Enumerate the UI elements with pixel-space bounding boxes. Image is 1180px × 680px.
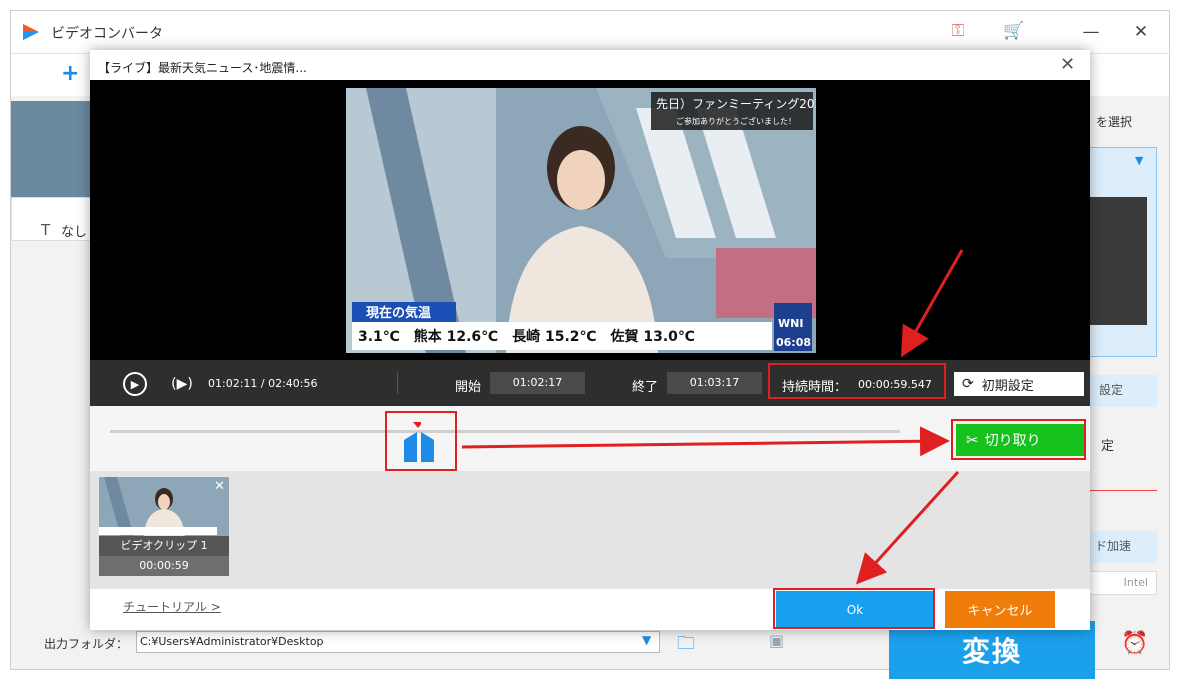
annotation-box-ok	[773, 588, 935, 629]
add-file-icon[interactable]: +	[61, 61, 79, 86]
clip-close-icon[interactable]: ✕	[214, 479, 225, 494]
dialog-title: 【ライブ】最新天気ニュース･地震情...	[98, 61, 307, 75]
text-icon: T	[41, 221, 51, 239]
title-bar: ビデオコンバータ ⚿ 🛒 — ✕	[11, 11, 1169, 54]
time-readout: 01:02:11 / 02:40:56	[208, 377, 318, 390]
end-label: 終了	[632, 380, 659, 395]
file-thumbnail[interactable]	[11, 101, 91, 197]
setting-label: 定	[1101, 439, 1115, 454]
end-time-field[interactable]: 01:03:17	[667, 372, 762, 394]
caption-sub: ご参加ありがとうございました！	[676, 116, 796, 126]
subtitle-label: なし	[61, 225, 88, 240]
channel-logo: WNI	[778, 317, 803, 330]
chevron-down-icon[interactable]: ▼	[642, 633, 651, 647]
video-frame[interactable]: 先日）ファンミーティング2024 ご参加ありがとうございました！ 現在の気温 3…	[346, 88, 816, 353]
format-select-label: を選択	[1096, 115, 1133, 129]
start-label: 開始	[455, 380, 482, 395]
next-frame-icon[interactable]: (▶)	[170, 372, 194, 396]
reset-button[interactable]: ⟳ 初期設定	[954, 372, 1084, 396]
output-folder-label: 出力フォルダ：	[44, 637, 129, 651]
refresh-icon: ⟳	[962, 376, 974, 392]
folder-icon[interactable]: 🗀	[677, 631, 695, 661]
output-path-field[interactable]: C:¥Users¥Administrator¥Desktop	[136, 631, 660, 653]
dialog-close-icon[interactable]: ✕	[1060, 54, 1075, 75]
app-title: ビデオコンバータ	[51, 26, 163, 42]
tutorial-link[interactable]: チュートリアル >	[123, 598, 221, 615]
intel-option[interactable]: Intel	[1089, 571, 1157, 595]
temp-values: 3.1℃ 熊本 12.6℃ 長崎 15.2℃ 佐賀 13.0℃	[358, 328, 695, 345]
clip-thumbnail-image	[99, 477, 229, 537]
minimize-button[interactable]: —	[1071, 17, 1111, 47]
cart-icon[interactable]: 🛒	[1001, 19, 1027, 43]
start-time-field[interactable]: 01:02:17	[490, 372, 585, 394]
clip-list	[90, 471, 1090, 589]
video-clock: 06:08	[776, 336, 811, 349]
timeline-track[interactable]	[110, 430, 900, 433]
annotation-box-cut	[951, 419, 1086, 460]
clip-duration: 00:00:59	[99, 556, 229, 576]
chevron-down-icon[interactable]: ▼	[1135, 154, 1143, 167]
clip-name: ビデオクリップ 1	[99, 536, 229, 556]
video-frame-image: 先日）ファンミーティング2024 ご参加ありがとうございました！ 現在の気温 3…	[346, 88, 816, 353]
hw-accel-label: ド加速	[1095, 539, 1132, 553]
play-button[interactable]: ▶	[123, 372, 147, 396]
cancel-button[interactable]: キャンセル	[945, 591, 1055, 628]
divider	[397, 372, 398, 394]
caption-title: 先日）ファンミーティング2024	[656, 97, 816, 111]
format-device-image	[1089, 197, 1147, 325]
key-icon[interactable]: ⚿	[945, 19, 971, 43]
close-button[interactable]: ✕	[1121, 17, 1161, 47]
temp-header: 現在の気温	[366, 305, 431, 321]
timeline-area	[90, 406, 1090, 471]
annotation-box-handle	[385, 411, 457, 471]
annotation-box-duration	[768, 363, 946, 399]
reset-label: 初期設定	[981, 378, 1034, 394]
alarm-clock-icon[interactable]: ⏰	[1121, 631, 1148, 656]
settings-button-label: 設定	[1099, 383, 1124, 397]
divider	[1089, 490, 1157, 491]
video-file-icon[interactable]: ▣	[769, 631, 784, 650]
trim-dialog: 【ライブ】最新天気ニュース･地震情... ✕ 先日）ファンミーティング2024 …	[90, 50, 1090, 630]
app-logo-icon	[23, 24, 39, 40]
